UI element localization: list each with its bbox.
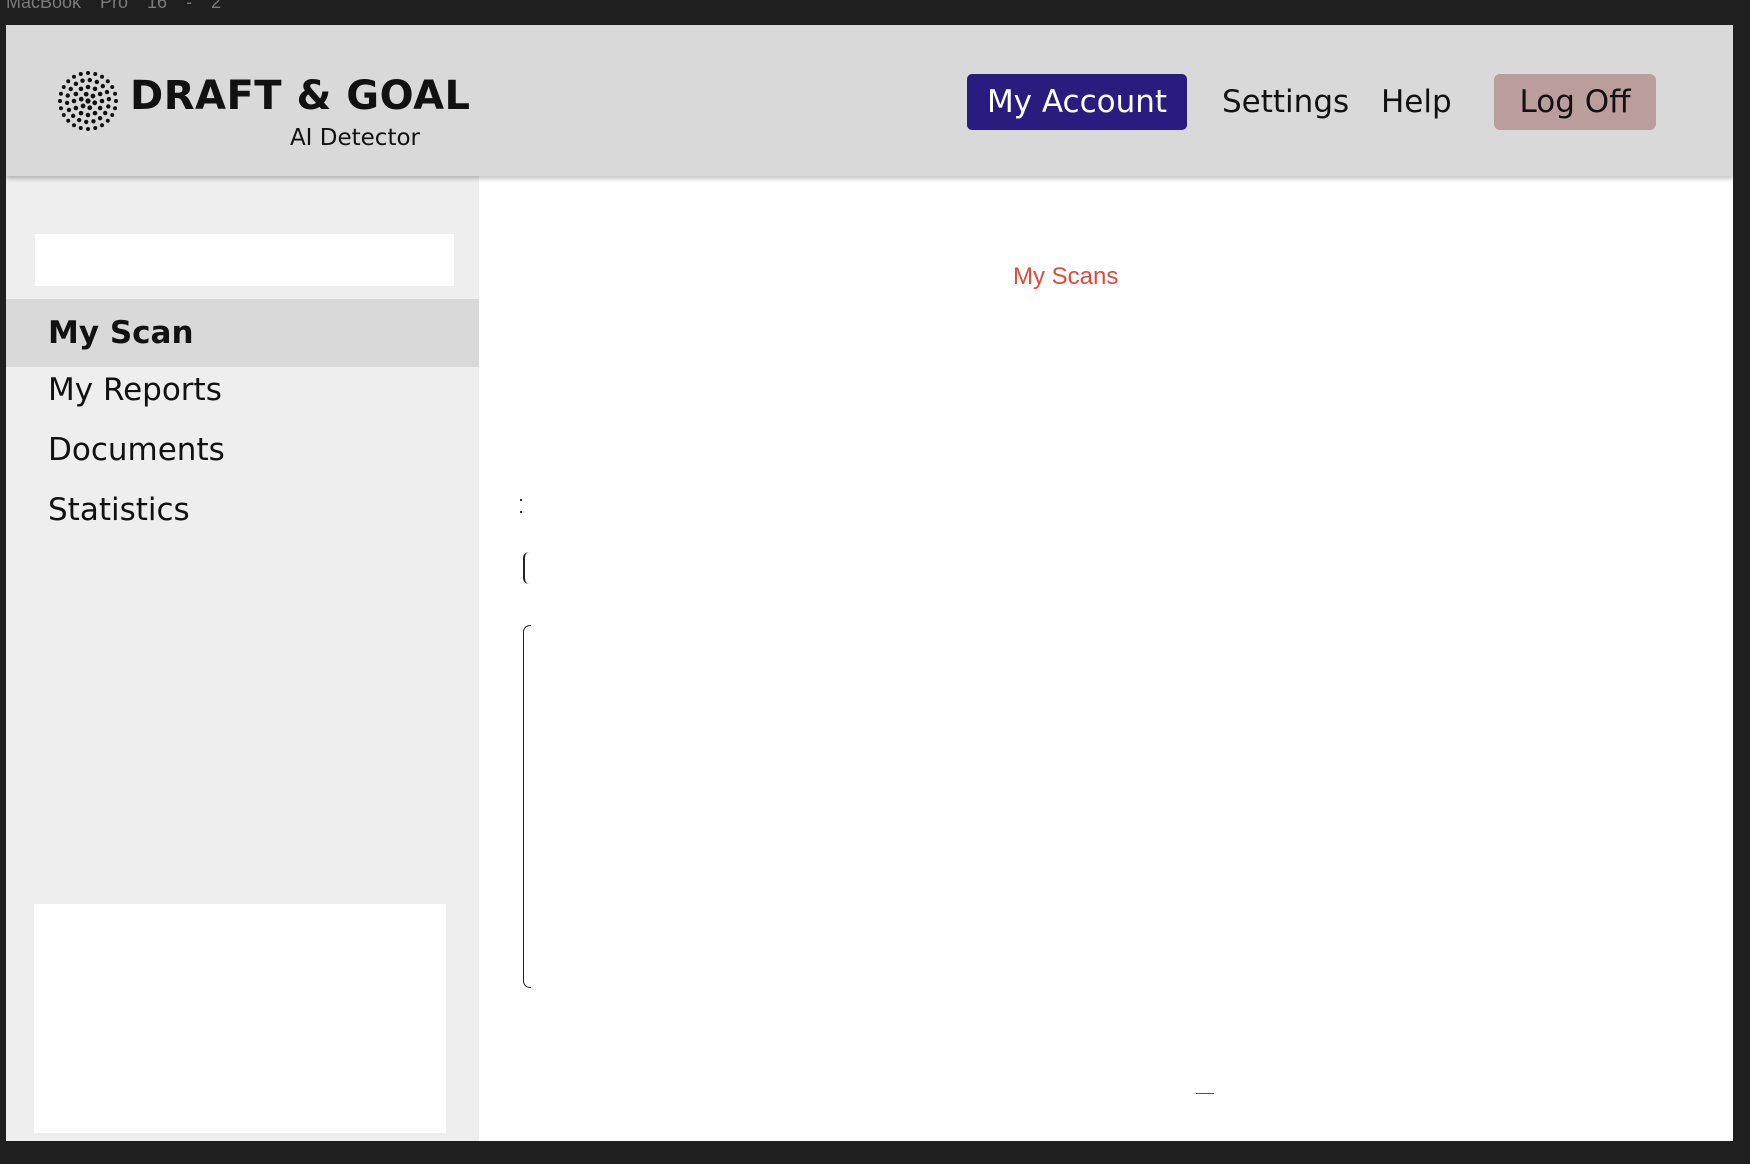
sidebar-item-my-reports[interactable]: My Reports: [6, 360, 479, 420]
brand-logo[interactable]: DRAFT & GOAL AI Detector: [56, 69, 470, 159]
sidebar-item-statistics[interactable]: Statistics: [6, 480, 479, 540]
my-account-button[interactable]: My Account: [967, 74, 1187, 130]
page-title: My Scans: [1013, 263, 1119, 290]
content-frame-edge: [523, 625, 531, 988]
help-link[interactable]: Help: [1381, 74, 1452, 130]
brand-subtitle: AI Detector: [289, 125, 420, 151]
app-window: DRAFT & GOAL AI Detector My Account Sett…: [6, 25, 1733, 1141]
top-header: DRAFT & GOAL AI Detector My Account Sett…: [6, 25, 1733, 176]
stray-dash-mark: [1196, 1093, 1214, 1094]
sidebar-item-my-scan[interactable]: My Scan: [6, 299, 479, 367]
sidebar: My Scan My Reports Documents Statistics: [6, 176, 479, 1141]
sidebar-search-input[interactable]: [35, 234, 454, 286]
stray-colon-mark: [519, 496, 523, 518]
sidebar-item-documents[interactable]: Documents: [6, 420, 479, 480]
dotted-circle-logo-icon: [58, 71, 118, 131]
log-off-button[interactable]: Log Off: [1494, 74, 1656, 130]
brand-title: DRAFT & GOAL: [130, 73, 471, 119]
sidebar-bottom-panel: [34, 904, 446, 1133]
main-content: My Scans: [479, 176, 1733, 1141]
settings-link[interactable]: Settings: [1222, 74, 1349, 130]
stray-bracket-mark: [523, 552, 529, 584]
artboard-label: MacBook Pro 16 - 2: [6, 0, 222, 10]
